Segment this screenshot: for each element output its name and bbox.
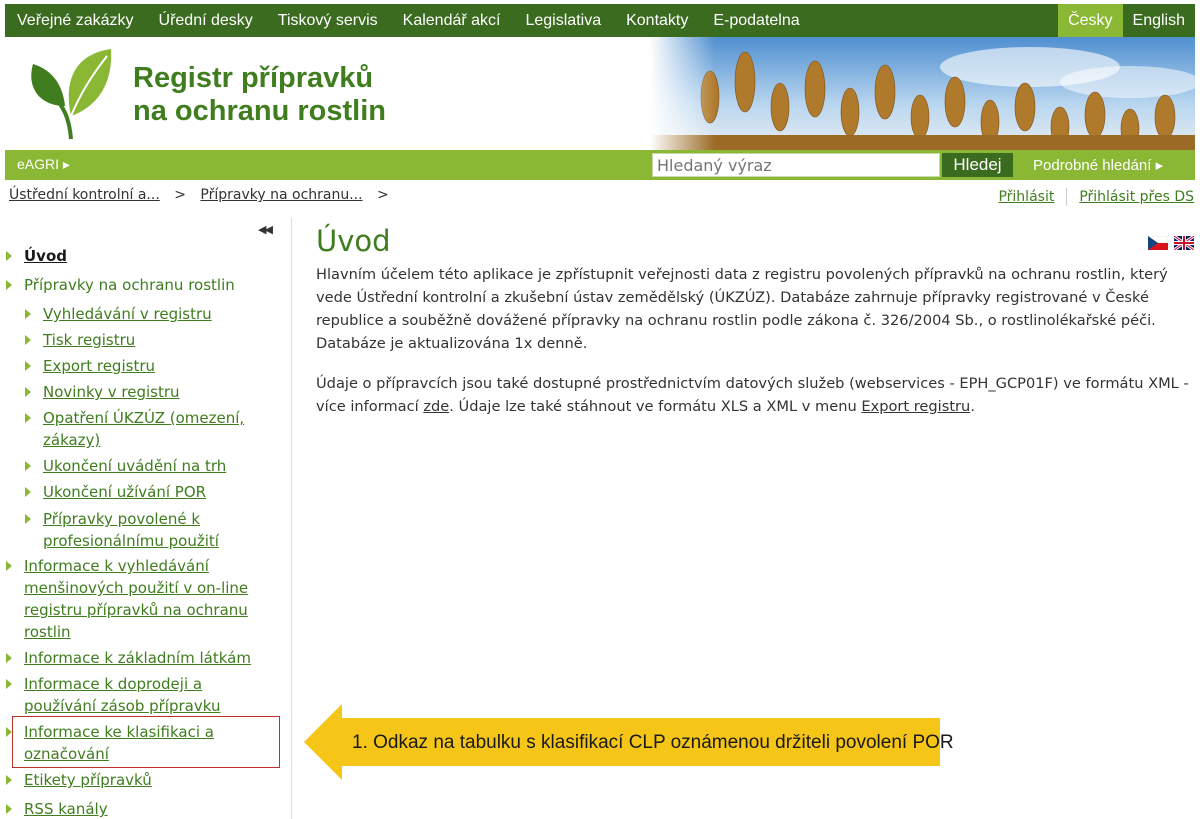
site-header: Registr přípravků na ochranu rostlin	[5, 37, 1195, 150]
export-registru-link[interactable]: Export registru	[861, 398, 970, 415]
arrow-icon	[6, 804, 12, 814]
arrow-icon	[25, 309, 31, 319]
search-button[interactable]: Hledej	[942, 153, 1013, 177]
eagri-link[interactable]: eAGRI ▸	[17, 156, 70, 173]
arrow-icon	[6, 251, 12, 261]
sidebar-item-novinky[interactable]: Novinky v registru	[25, 381, 265, 403]
page-title: Úvod	[316, 224, 391, 258]
breadcrumb-separator: >	[174, 187, 186, 203]
collapse-sidebar-icon[interactable]: ◀◀	[258, 223, 273, 236]
arrow-icon	[6, 679, 12, 689]
arrow-icon	[25, 387, 31, 397]
arrow-icon	[6, 653, 12, 663]
arrow-icon	[25, 514, 31, 524]
sidebar-item-rss[interactable]: RSS kanály	[6, 798, 266, 819]
arrow-icon	[25, 413, 31, 423]
breadcrumb-separator: >	[377, 187, 389, 203]
divider	[1066, 188, 1068, 206]
highlight-frame	[12, 716, 280, 768]
breadcrumb-item-pripravky[interactable]: Přípravky na ochranu...	[200, 187, 362, 203]
arrow-icon	[6, 775, 12, 785]
sidebar-item-doprodej[interactable]: Informace k doprodeji a používání zásob …	[6, 673, 241, 717]
breadcrumb-item-ukzuz[interactable]: Ústřední kontrolní a...	[9, 187, 160, 203]
sidebar-item-zakladni-latky[interactable]: Informace k základním látkám	[6, 647, 266, 669]
arrow-icon	[6, 561, 12, 571]
sidebar-item-ukonceni-uvadeni[interactable]: Ukončení uvádění na trh	[25, 455, 265, 477]
sidebar-item-mensinova-pouziti[interactable]: Informace k vyhledávání menšinových použ…	[6, 555, 256, 643]
sidebar-item-etikety[interactable]: Etikety přípravků	[6, 769, 266, 791]
language-flags	[1148, 236, 1194, 250]
callout-text: 1. Odkaz na tabulku s klasifikací CLP oz…	[352, 732, 954, 753]
sidebar-item-pripravky[interactable]: Přípravky na ochranu rostlin	[6, 274, 266, 296]
breadcrumb: Ústřední kontrolní a... > Přípravky na o…	[9, 187, 399, 203]
topnav-uredni-desky[interactable]: Úřední desky	[159, 12, 253, 30]
search-input[interactable]	[652, 153, 940, 177]
uk-flag-icon[interactable]	[1174, 236, 1194, 250]
topnav-verejne-zakazky[interactable]: Veřejné zakázky	[17, 12, 134, 30]
intro-paragraph: Hlavním účelem této aplikace je zpřístup…	[316, 266, 1168, 352]
login-link[interactable]: Přihlásit	[998, 189, 1054, 205]
topnav-e-podatelna[interactable]: E-podatelna	[713, 12, 799, 30]
more-info-link[interactable]: zde	[423, 398, 449, 415]
arrow-icon	[6, 280, 12, 290]
topnav-legislativa[interactable]: Legislativa	[525, 12, 601, 30]
arrow-icon	[25, 335, 31, 345]
data-services-paragraph: Údaje o přípravcích jsou také dostupné p…	[316, 375, 1189, 415]
search-bar: eAGRI ▸ Hledej Podrobné hledání ▸	[5, 150, 1195, 180]
wheat-banner-image	[650, 37, 1195, 150]
czech-flag-icon[interactable]	[1148, 236, 1168, 250]
sidebar-item-tisk[interactable]: Tisk registru	[25, 329, 265, 351]
login-ds-link[interactable]: Přihlásit přes DS	[1079, 189, 1194, 205]
topnav-kalendar-akci[interactable]: Kalendář akcí	[403, 12, 501, 30]
site-title[interactable]: Registr přípravků na ochranu rostlin	[133, 62, 386, 128]
sidebar-item-profesionalni[interactable]: Přípravky povolené k profesionálnímu pou…	[25, 508, 245, 552]
topnav-kontakty[interactable]: Kontakty	[626, 12, 688, 30]
arrow-icon	[25, 461, 31, 471]
lang-english-button[interactable]: English	[1123, 4, 1195, 37]
sidebar-item-uvod[interactable]: Úvod	[6, 245, 266, 267]
arrow-icon	[25, 361, 31, 371]
top-navigation: Veřejné zakázky Úřední desky Tiskový ser…	[5, 4, 1195, 37]
login-links: Přihlásit Přihlásit přes DS	[998, 188, 1194, 206]
sidebar-item-ukonceni-uzivani[interactable]: Ukončení užívání POR	[25, 481, 265, 503]
lang-czech-button[interactable]: Česky	[1058, 4, 1123, 37]
arrow-icon	[25, 487, 31, 497]
sidebar-item-vyhledavani[interactable]: Vyhledávání v registru	[25, 303, 265, 325]
topnav-tiskovy-servis[interactable]: Tiskový servis	[278, 12, 378, 30]
leaf-logo-icon	[31, 49, 112, 140]
advanced-search-link[interactable]: Podrobné hledání ▸	[1033, 156, 1163, 174]
sidebar-item-opatreni[interactable]: Opatření ÚKZÚZ (omezení, zákazy)	[25, 407, 255, 451]
sidebar-item-export[interactable]: Export registru	[25, 355, 265, 377]
annotation-callout: 1. Odkaz na tabulku s klasifikací CLP oz…	[300, 704, 954, 780]
